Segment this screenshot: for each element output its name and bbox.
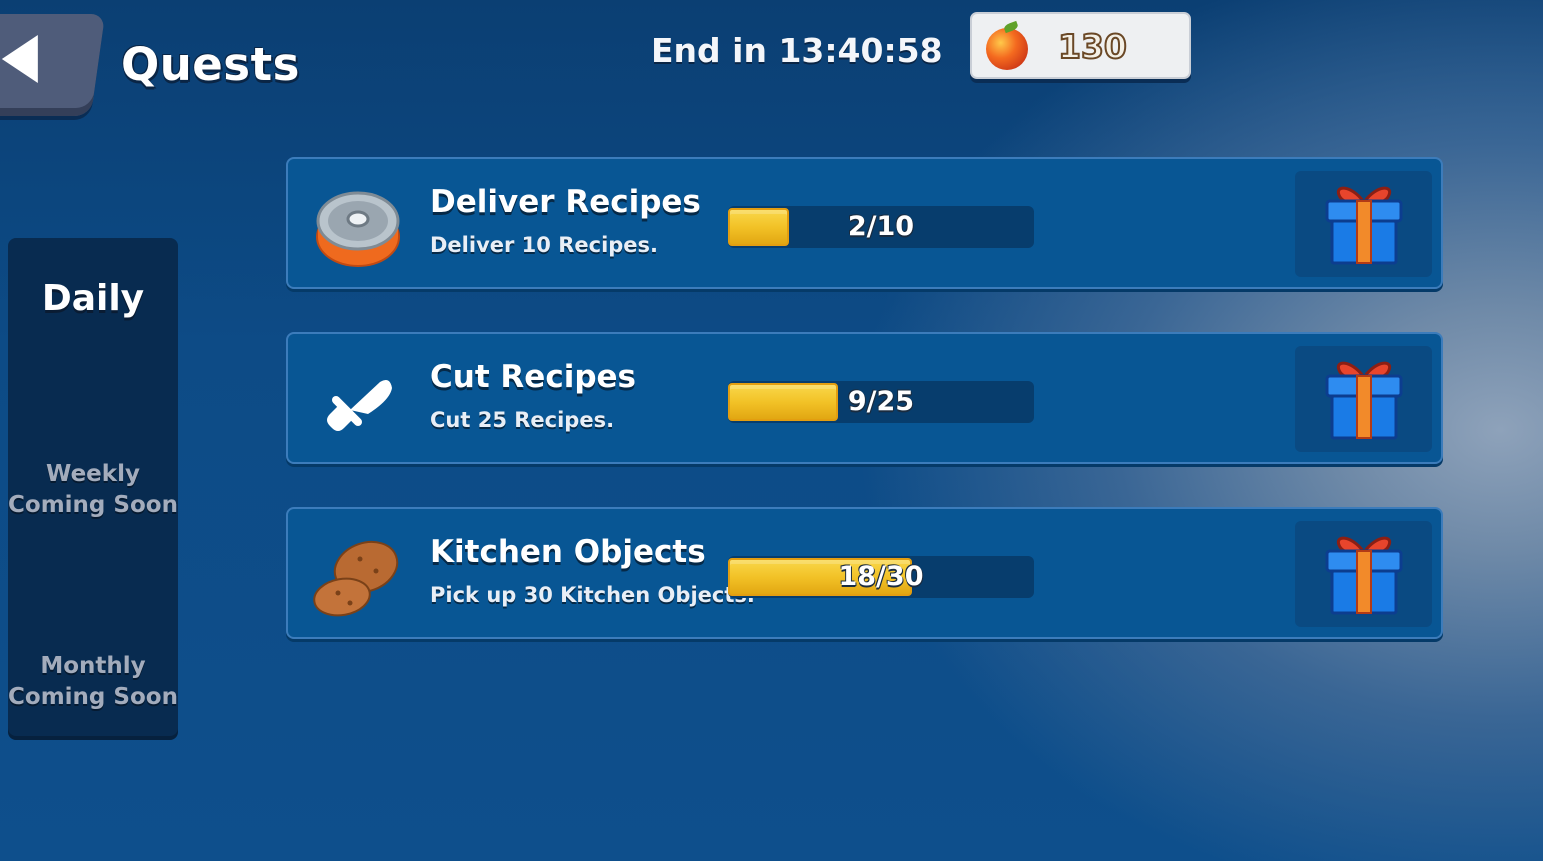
gift-icon bbox=[1325, 186, 1403, 265]
tab-weekly-label: Weekly bbox=[46, 461, 140, 487]
quest-title: Deliver Recipes bbox=[430, 184, 701, 220]
quest-progress-text: 18/30 bbox=[838, 561, 924, 592]
quest-progress-text: 2/10 bbox=[847, 211, 915, 242]
quest-description: Cut 25 Recipes. bbox=[430, 408, 615, 432]
potato-icon bbox=[313, 540, 399, 617]
tab-weekly-status: Coming Soon bbox=[8, 492, 178, 518]
quest-progress-bar: 18/30 bbox=[728, 556, 1034, 598]
currency-display: 130 bbox=[970, 12, 1191, 79]
quest-progress-bar: 9/25 bbox=[728, 381, 1034, 423]
quest-description: Deliver 10 Recipes. bbox=[430, 233, 659, 257]
apple-icon bbox=[986, 28, 1028, 70]
quest-progress-text: 9/25 bbox=[847, 386, 915, 417]
tab-weekly[interactable]: Weekly Coming Soon bbox=[8, 459, 178, 521]
knife-icon bbox=[327, 380, 392, 431]
back-button[interactable] bbox=[0, 14, 106, 116]
quest-title: Kitchen Objects bbox=[430, 534, 706, 570]
quest-title: Cut Recipes bbox=[430, 359, 636, 395]
quest-period-tabs: Daily Weekly Coming Soon Monthly Coming … bbox=[8, 238, 178, 736]
claim-reward-button[interactable] bbox=[1295, 346, 1432, 452]
quest-timer: End in 13:40:58 bbox=[651, 31, 943, 70]
claim-reward-button[interactable] bbox=[1295, 171, 1432, 277]
currency-value: 130 bbox=[1057, 26, 1128, 67]
tab-daily[interactable]: Daily bbox=[8, 278, 178, 319]
claim-reward-button[interactable] bbox=[1295, 521, 1432, 627]
quest-card-deliver-recipes: Deliver Recipes Deliver 10 Recipes. 2/10 bbox=[286, 157, 1443, 289]
quest-card-cut-recipes: Cut Recipes Cut 25 Recipes. 9/25 bbox=[286, 332, 1443, 464]
tab-monthly[interactable]: Monthly Coming Soon bbox=[8, 651, 178, 713]
tab-monthly-label: Monthly bbox=[40, 653, 146, 679]
back-arrow-icon bbox=[1, 35, 38, 83]
quest-card-kitchen-objects: Kitchen Objects Pick up 30 Kitchen Objec… bbox=[286, 507, 1443, 639]
tab-monthly-status: Coming Soon bbox=[8, 684, 178, 710]
page-title: Quests bbox=[121, 38, 300, 91]
quest-progress-bar: 2/10 bbox=[728, 206, 1034, 248]
gift-icon bbox=[1325, 536, 1403, 615]
gift-icon bbox=[1325, 361, 1403, 440]
tin-can-icon bbox=[316, 191, 400, 267]
quest-description: Pick up 30 Kitchen Objects. bbox=[430, 583, 755, 607]
